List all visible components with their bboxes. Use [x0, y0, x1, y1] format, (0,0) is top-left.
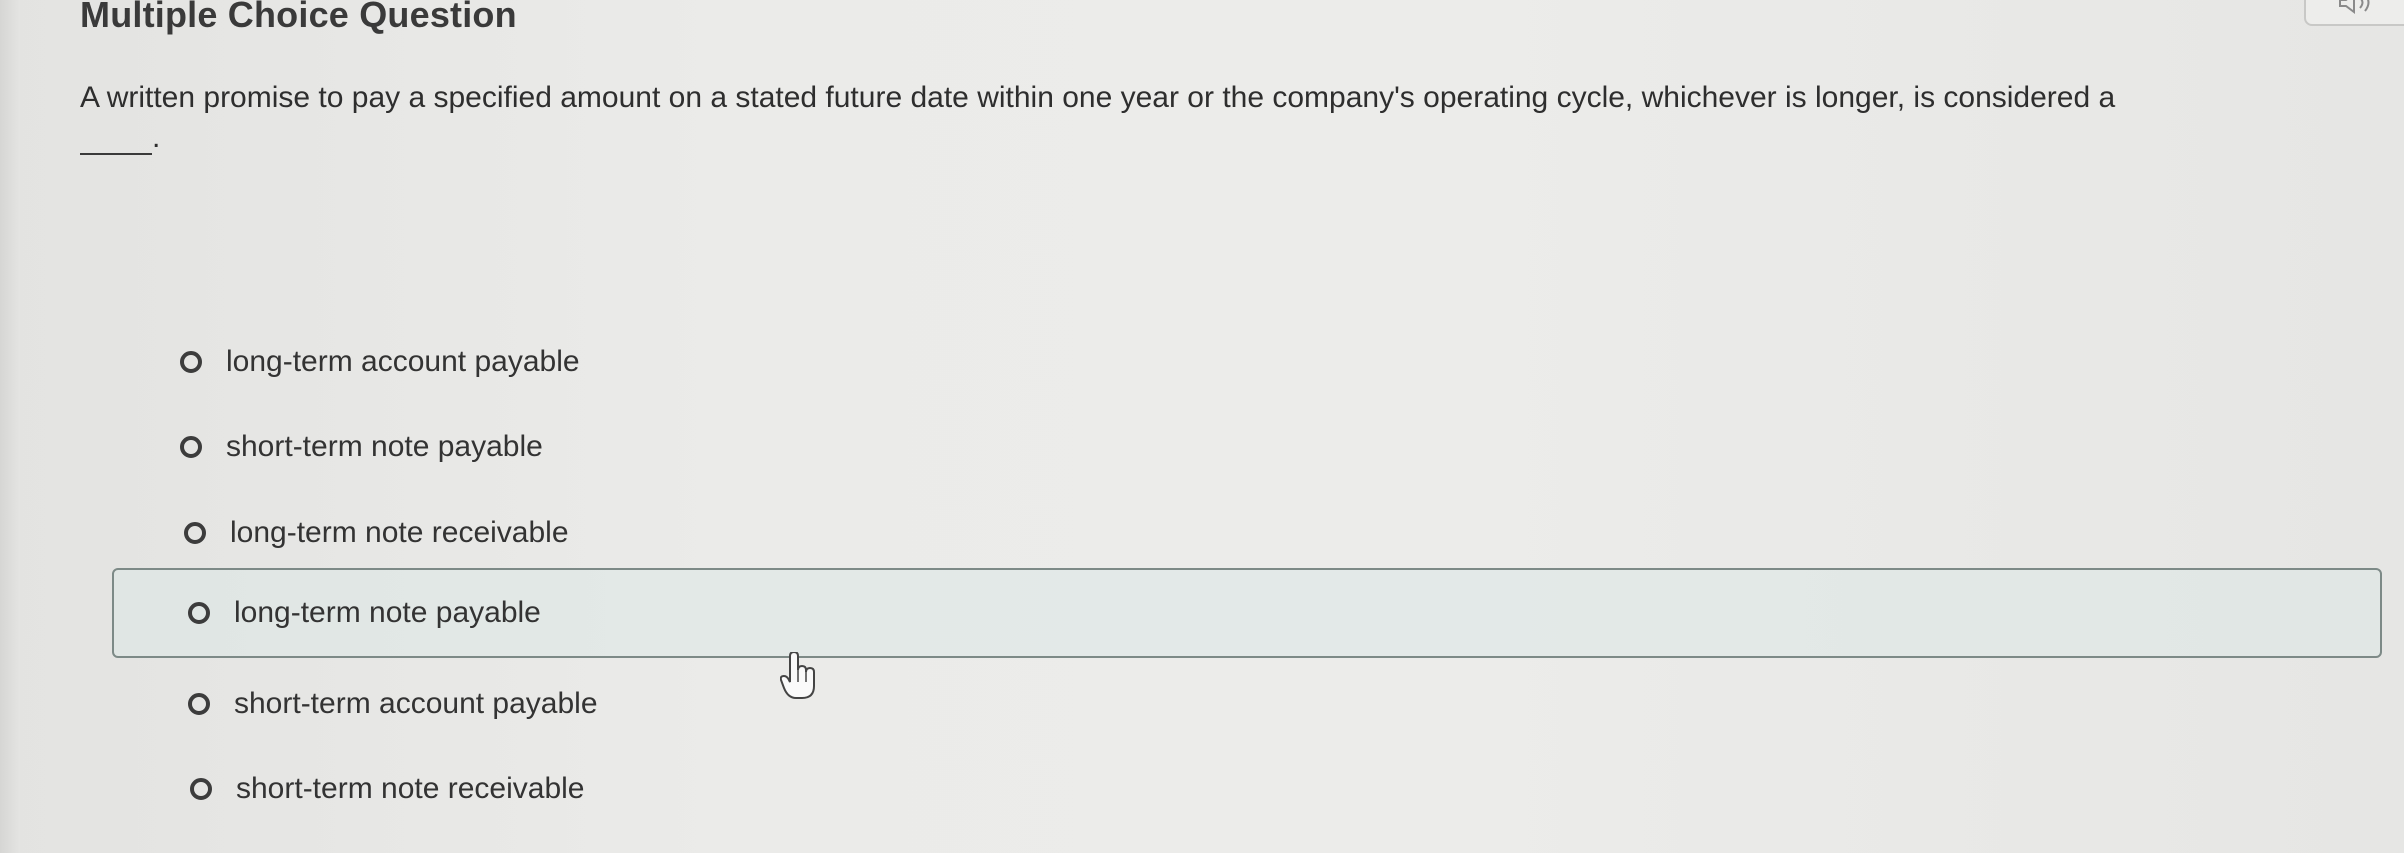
option-long-term-account-payable[interactable]: long-term account payable [180, 319, 780, 405]
question-text: A written promise to pay a specified amo… [80, 81, 2116, 114]
hand-cursor-icon [780, 652, 815, 699]
option-short-term-note-payable[interactable]: short-term note payable [180, 404, 780, 490]
radio-button[interactable] [180, 436, 202, 458]
option-long-term-note-payable[interactable]: long-term note payable [112, 568, 2382, 658]
option-label: long-term note payable [234, 596, 541, 629]
blank-suffix: . [152, 121, 161, 154]
answer-blank: . [80, 103, 160, 157]
audio-button[interactable] [2304, 0, 2404, 26]
option-label: short-term note payable [226, 430, 543, 463]
option-label: short-term note receivable [236, 772, 585, 805]
radio-button[interactable] [190, 778, 212, 800]
left-edge-shadow [0, 0, 20, 853]
radio-button[interactable] [184, 522, 206, 544]
page: Multiple Choice Question A written promi… [0, 0, 2404, 853]
option-label: long-term note receivable [230, 516, 569, 549]
radio-button[interactable] [180, 351, 202, 373]
option-short-term-note-receivable[interactable]: short-term note receivable [190, 746, 790, 832]
option-label: long-term account payable [226, 345, 580, 378]
speaker-icon [2339, 0, 2370, 14]
option-label: short-term account payable [234, 687, 598, 720]
radio-button[interactable] [188, 693, 210, 715]
page-title: Multiple Choice Question [80, 0, 517, 35]
radio-button[interactable] [188, 602, 210, 624]
blank-line [80, 103, 152, 155]
option-short-term-account-payable[interactable]: short-term account payable [188, 661, 788, 747]
option-long-term-note-receivable[interactable]: long-term note receivable [184, 490, 784, 576]
